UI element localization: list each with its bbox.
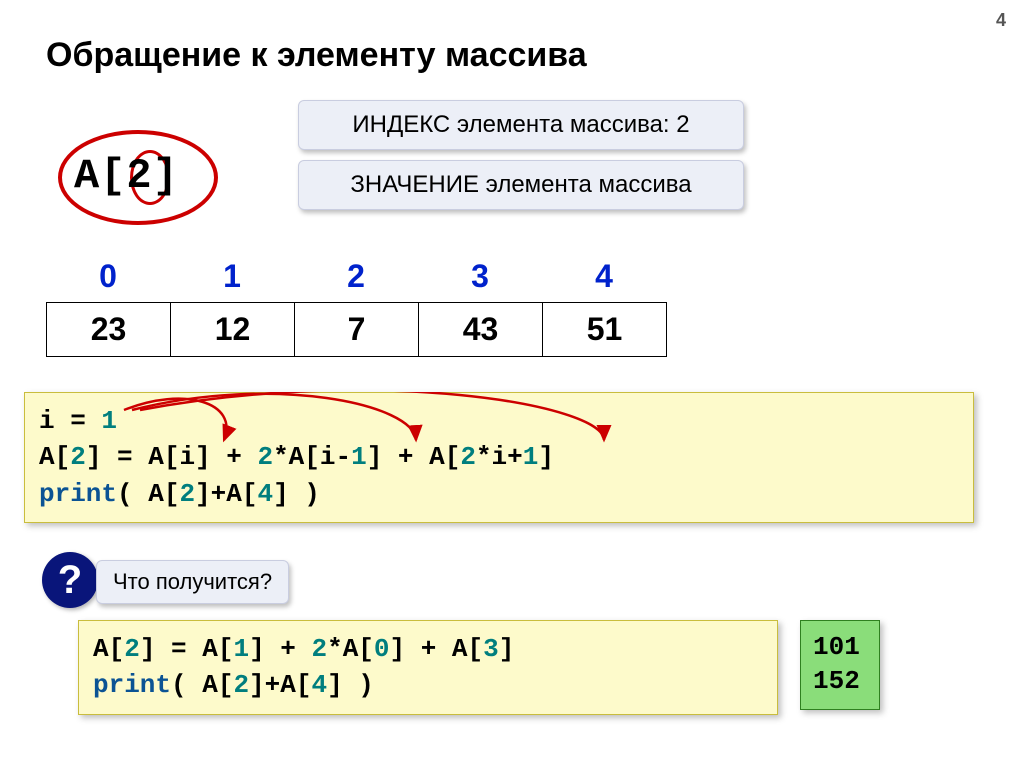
index-cell: 3 [418,258,542,295]
index-cell: 1 [170,258,294,295]
result-line: 101 [813,631,867,665]
index-cell: 2 [294,258,418,295]
question-icon: ? [42,552,98,608]
code-block-2: A[2] = A[1] + 2*A[0] + A[3] print( A[2]+… [78,620,778,715]
index-row: 0 1 2 3 4 [46,258,666,295]
circled-code: A[2] [74,152,179,200]
result-line: 152 [813,665,867,699]
value-cell: 23 [47,303,171,357]
value-cell: 12 [171,303,295,357]
page-title: Обращение к элементу массива [46,36,587,75]
page-number: 4 [996,10,1006,31]
code-block-1: i = 1 A[2] = A[i] + 2*A[i-1] + A[2*i+1] … [24,392,974,523]
callout-value: ЗНАЧЕНИЕ элемента массива [298,160,744,210]
result-box: 101 152 [800,620,880,710]
question-label: Что получится? [96,560,289,604]
callout-index: ИНДЕКС элемента массива: 2 [298,100,744,150]
index-cell: 4 [542,258,666,295]
value-table: 23 12 7 43 51 [46,302,667,357]
index-cell: 0 [46,258,170,295]
value-cell: 7 [295,303,419,357]
value-cell: 43 [419,303,543,357]
circled-expression: A[2] [48,120,203,230]
value-cell: 51 [543,303,667,357]
